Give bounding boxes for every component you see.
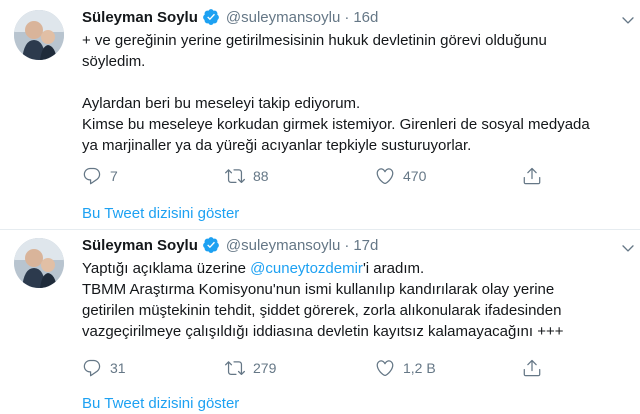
avatar[interactable] bbox=[14, 238, 64, 288]
tweet-feed: Süleyman Soylu @suleymansoylu · 16d + ve… bbox=[0, 0, 640, 414]
mention-link[interactable]: @cuneytozdemir bbox=[250, 260, 363, 277]
text-segment: Yaptığı açıklama üzerine bbox=[82, 260, 251, 277]
retweet-button[interactable]: 279 bbox=[225, 358, 276, 378]
timestamp[interactable]: 17d bbox=[353, 237, 378, 254]
tweet[interactable]: Süleyman Soylu @suleymansoylu · 16d + ve… bbox=[0, 0, 640, 222]
tweet-actions: 31 279 1,2 B bbox=[82, 358, 622, 378]
text-line: TBMM Araştırma Komisyonu'nun ismi kullan… bbox=[82, 281, 555, 298]
text-line: ya marjinaller ya da yüreği acıyanlar te… bbox=[82, 137, 472, 154]
retweet-count: 279 bbox=[253, 360, 277, 376]
share-button[interactable] bbox=[522, 358, 550, 378]
show-thread-link[interactable]: Bu Tweet dizisini göster bbox=[82, 205, 239, 222]
text-line: söyledim. bbox=[82, 53, 146, 70]
like-icon bbox=[376, 168, 394, 185]
user-name[interactable]: Süleyman Soylu bbox=[82, 9, 198, 26]
user-name[interactable]: Süleyman Soylu bbox=[82, 237, 198, 254]
verified-badge-icon bbox=[202, 9, 219, 25]
retweet-icon bbox=[225, 169, 245, 184]
user-handle[interactable]: @suleymansoylu bbox=[226, 237, 340, 254]
retweet-count: 88 bbox=[253, 168, 269, 184]
show-thread-link[interactable]: Bu Tweet dizisini göster bbox=[82, 395, 239, 412]
verified-badge-icon bbox=[202, 237, 219, 253]
reply-icon bbox=[83, 167, 101, 185]
like-button[interactable]: 1,2 B bbox=[375, 358, 436, 378]
tweet[interactable]: Süleyman Soylu @suleymansoylu · 17d Yapt… bbox=[0, 228, 640, 412]
chevron-down-icon[interactable] bbox=[620, 240, 636, 256]
reply-button[interactable]: 31 bbox=[82, 358, 126, 378]
separator-dot: · bbox=[344, 8, 350, 26]
text-line: Yaptığı açıklama üzerine @cuneytozdemir'… bbox=[82, 258, 630, 279]
text-segment: 'i aradım. bbox=[362, 260, 425, 277]
tweet-text: + ve gereğinin yerine getirilmesisinin h… bbox=[82, 30, 630, 156]
separator-dot: · bbox=[344, 236, 350, 254]
reply-icon bbox=[83, 359, 101, 377]
user-handle[interactable]: @suleymansoylu bbox=[226, 9, 340, 26]
like-count: 470 bbox=[403, 168, 427, 184]
like-count: 1,2 B bbox=[403, 360, 436, 376]
text-line: Kimse bu meseleye korkudan girmek istemi… bbox=[82, 116, 590, 133]
text-line: getirilen müştekinin tehdit, şiddet göre… bbox=[82, 302, 562, 319]
avatar[interactable] bbox=[14, 10, 64, 60]
tweet-header: Süleyman Soylu @suleymansoylu · 16d bbox=[82, 6, 630, 28]
share-icon bbox=[523, 359, 541, 377]
tweet-content: Süleyman Soylu @suleymansoylu · 17d Yapt… bbox=[82, 234, 630, 342]
reply-count: 31 bbox=[110, 360, 126, 376]
text-line: + ve gereğinin yerine getirilmesisinin h… bbox=[82, 32, 547, 49]
like-button[interactable]: 470 bbox=[375, 166, 426, 186]
tweet-actions: 7 88 470 bbox=[82, 166, 622, 186]
retweet-button[interactable]: 88 bbox=[225, 166, 269, 186]
text-line: Aylardan beri bu meseleyi takip ediyorum… bbox=[82, 95, 361, 112]
chevron-down-icon[interactable] bbox=[620, 12, 636, 28]
reply-count: 7 bbox=[110, 168, 118, 184]
like-icon bbox=[376, 360, 394, 377]
reply-button[interactable]: 7 bbox=[82, 166, 118, 186]
share-button[interactable] bbox=[522, 166, 550, 186]
text-line: vazgeçirilmeye çalışıldığı iddiasına dev… bbox=[82, 323, 564, 340]
tweet-header: Süleyman Soylu @suleymansoylu · 17d bbox=[82, 234, 630, 256]
share-icon bbox=[523, 167, 541, 185]
retweet-icon bbox=[225, 361, 245, 376]
timestamp[interactable]: 16d bbox=[353, 9, 378, 26]
tweet-text: Yaptığı açıklama üzerine @cuneytozdemir'… bbox=[82, 258, 630, 342]
tweet-content: Süleyman Soylu @suleymansoylu · 16d + ve… bbox=[82, 6, 630, 156]
